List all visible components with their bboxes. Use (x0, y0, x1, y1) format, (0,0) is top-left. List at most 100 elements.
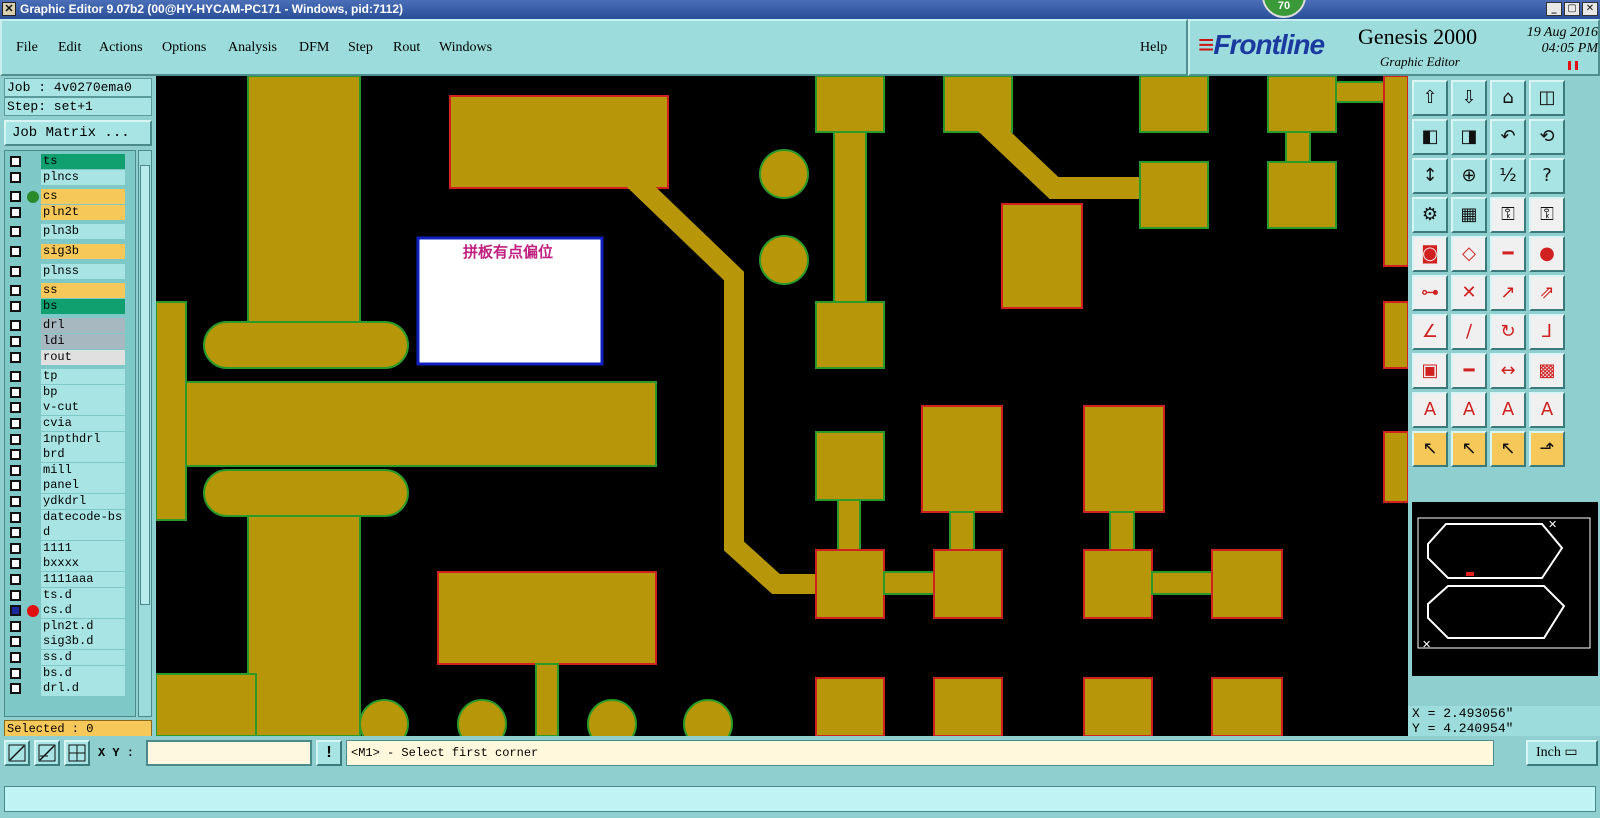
feature-select-icon[interactable]: ▣ (1412, 353, 1448, 389)
pause-icon[interactable] (1568, 61, 1578, 70)
layer-row-v-cut[interactable]: v-cut (7, 400, 125, 416)
add-pad-icon[interactable]: ◙ (1412, 236, 1448, 272)
layer-checkbox[interactable] (10, 464, 21, 476)
grid-mode-icon[interactable] (64, 740, 90, 766)
overview-minimap[interactable]: ✕ ✕ (1410, 500, 1600, 678)
layer-row-cvia[interactable]: cvia (7, 416, 125, 431)
pan-right-icon[interactable]: ◨ (1451, 119, 1487, 155)
copy-icon[interactable]: ⇗ (1529, 275, 1565, 311)
layer-checkbox[interactable] (10, 320, 21, 332)
layer-checkbox[interactable] (10, 300, 21, 312)
layer-checkbox[interactable] (10, 285, 21, 297)
line-edit-icon[interactable]: ∕ (1451, 314, 1487, 350)
delete-icon[interactable]: ✕ (1451, 275, 1487, 311)
layer-row-cs[interactable]: cs (7, 189, 125, 205)
layer-checkbox[interactable] (10, 527, 21, 539)
alert-icon[interactable]: ! (316, 740, 342, 766)
layer-checkbox[interactable] (10, 589, 21, 601)
layer-row-pln3b[interactable]: pln3b (7, 224, 125, 240)
select-icon[interactable]: ↖ (1451, 431, 1487, 467)
layer-row-sig3b[interactable]: sig3b (7, 244, 125, 259)
layer-row-brd[interactable]: brd (7, 447, 125, 463)
scale-1-2-icon[interactable]: ½ (1490, 158, 1526, 194)
distance-icon[interactable]: ↔ (1490, 353, 1526, 389)
layer-checkbox[interactable] (10, 336, 21, 347)
xy-input[interactable] (146, 740, 312, 766)
zoom-down-icon[interactable]: ⇩ (1451, 80, 1487, 116)
layer-compare-icon[interactable]: ⚿ (1490, 197, 1526, 233)
layer-row-1npthdrl[interactable]: 1npthdrl (7, 431, 125, 447)
graphic-canvas[interactable]: 拼板有点偏位 (156, 76, 1408, 736)
measure-mode-icon[interactable] (34, 740, 60, 766)
zoom-top-icon[interactable]: ⇧ (1412, 80, 1448, 116)
layer-row-ts.d[interactable]: ts.d (7, 587, 125, 603)
home-icon[interactable]: ⌂ (1490, 80, 1526, 116)
job-matrix-button[interactable]: Job Matrix ... (4, 120, 152, 146)
help-icon[interactable]: ? (1529, 158, 1565, 194)
add-line-icon[interactable]: ◇ (1451, 236, 1487, 272)
layer-checkbox[interactable] (10, 636, 21, 648)
layer-list-scrollbar[interactable] (138, 150, 152, 717)
layer-checkbox[interactable] (10, 402, 21, 414)
layer-row-ts[interactable]: ts (7, 154, 125, 169)
snap-mode-icon[interactable] (4, 740, 30, 766)
minimize-button[interactable]: _ (1546, 2, 1562, 16)
layer-checkbox[interactable] (10, 683, 21, 695)
layer-row-d[interactable]: d (7, 525, 125, 541)
layer-checkbox[interactable] (10, 542, 21, 554)
menu-help[interactable]: Help (1140, 40, 1167, 56)
pan-left-icon[interactable]: ◧ (1412, 119, 1448, 155)
menu-analysis[interactable]: Analysis (228, 40, 277, 56)
group-icon[interactable]: ▩ (1529, 353, 1565, 389)
panels-icon[interactable]: ◫ (1529, 80, 1565, 116)
layer-checkbox[interactable] (10, 433, 21, 445)
layer-row-ydkdrl[interactable]: ydkdrl (7, 494, 125, 509)
layer-row-bp[interactable]: bp (7, 384, 125, 400)
units-selector[interactable]: Inch ▭ (1526, 740, 1598, 766)
menu-dfm[interactable]: DFM (299, 40, 329, 56)
move-icon[interactable]: ↗ (1490, 275, 1526, 311)
ruler-icon[interactable]: ━ (1490, 236, 1526, 272)
scrollbar-thumb[interactable] (140, 165, 150, 605)
layer-row-1111aaa[interactable]: 1111aaa (7, 572, 125, 587)
fit-all-icon[interactable]: ⊕ (1451, 158, 1487, 194)
layer-row-1111[interactable]: 1111 (7, 540, 125, 556)
layer-checkbox[interactable] (10, 480, 21, 492)
text-c-icon[interactable]: A (1490, 392, 1526, 428)
layer-row-plnss[interactable]: plnss (7, 263, 125, 279)
layer-checkbox[interactable] (10, 496, 21, 507)
layer-checkbox[interactable] (10, 620, 21, 632)
layer-row-bxxxx[interactable]: bxxxx (7, 556, 125, 572)
layer-row-pln2t.d[interactable]: pln2t.d (7, 618, 125, 634)
grid-icon[interactable]: ▦ (1451, 197, 1487, 233)
menu-file[interactable]: File (16, 40, 38, 56)
layer-checkbox[interactable] (10, 351, 21, 363)
layer-row-drl.d[interactable]: drl.d (7, 681, 125, 697)
layer-checkbox[interactable] (10, 156, 21, 167)
menu-edit[interactable]: Edit (58, 40, 81, 56)
rotate-icon[interactable]: ↻ (1490, 314, 1526, 350)
layer-row-sig3b.d[interactable]: sig3b.d (7, 634, 125, 650)
text-a-icon[interactable]: A (1412, 392, 1448, 428)
menu-rout[interactable]: Rout (393, 40, 420, 56)
add-circle-icon[interactable]: ● (1529, 236, 1565, 272)
layer-row-ldi[interactable]: ldi (7, 334, 125, 349)
layer-row-datecode-bs[interactable]: datecode-bs (7, 509, 125, 525)
layer-row-mill[interactable]: mill (7, 462, 125, 478)
text-d-icon[interactable]: A (1529, 392, 1565, 428)
layer-checkbox[interactable] (10, 171, 21, 183)
layer-row-plncs[interactable]: plncs (7, 169, 125, 185)
mirror-icon[interactable]: ⅃ (1529, 314, 1565, 350)
layer-checkbox[interactable] (10, 371, 21, 383)
fit-vertical-icon[interactable]: ↕ (1412, 158, 1448, 194)
layer-checkbox[interactable] (10, 511, 21, 523)
select-area-icon[interactable]: ↖ (1490, 431, 1526, 467)
undo-view-icon[interactable]: ↶ (1490, 119, 1526, 155)
redraw-icon[interactable]: ⟲ (1529, 119, 1565, 155)
layer-checkbox[interactable] (10, 449, 21, 461)
menu-step[interactable]: Step (348, 40, 373, 56)
close-button[interactable]: ✕ (1582, 2, 1598, 16)
layer-checkbox[interactable] (10, 558, 21, 570)
layer-row-cs.d[interactable]: cs.d (7, 603, 125, 619)
layer-checkbox[interactable] (10, 265, 21, 277)
